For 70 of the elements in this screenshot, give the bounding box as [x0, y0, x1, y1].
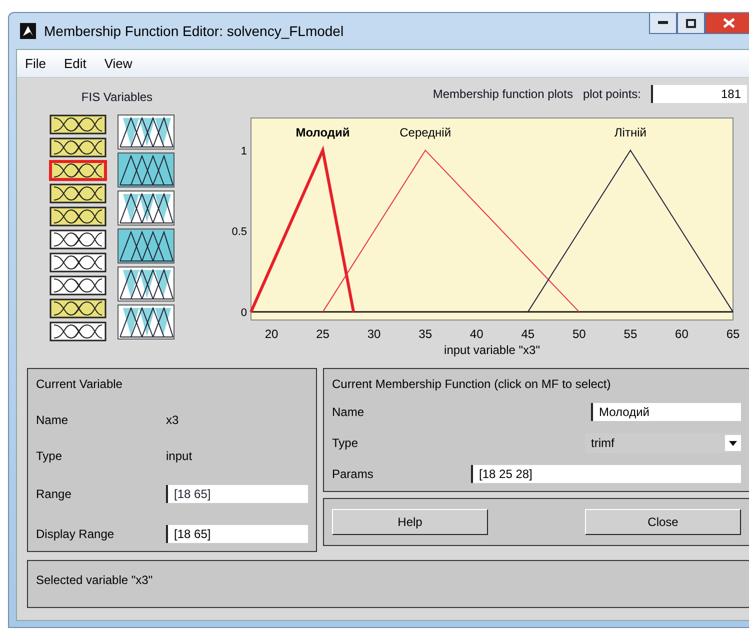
maximize-icon: [686, 18, 696, 28]
input-variable-icon[interactable]: [49, 229, 107, 250]
x-tick-label: 30: [367, 327, 381, 341]
y-tick-label: 0.5: [232, 226, 247, 238]
field-label: Type: [332, 436, 358, 450]
field-label: Display Range: [36, 527, 116, 541]
output-variable-icon[interactable]: [117, 266, 175, 302]
menu-item[interactable]: View: [104, 56, 132, 71]
membership-function-line[interactable]: [250, 145, 356, 313]
plot-title: Membership function plots: [432, 87, 573, 101]
y-tick-label: 0: [240, 306, 247, 319]
membership-function-line[interactable]: [322, 150, 580, 312]
mf-params-field[interactable]: [18 25 28]: [471, 465, 741, 483]
variable-type: input: [166, 449, 194, 463]
x-tick-label: 50: [572, 327, 586, 341]
membership-function-label: Молодий: [296, 125, 350, 140]
x-tick-label: 20: [264, 327, 278, 341]
plot-points-field[interactable]: 181: [651, 85, 747, 103]
y-tick-label: 1: [240, 145, 247, 158]
output-variable-icon[interactable]: [117, 190, 175, 226]
close-button[interactable]: [705, 13, 749, 34]
menu-item[interactable]: File: [25, 56, 46, 71]
close-dialog-button[interactable]: Close: [585, 509, 741, 535]
x-tick-label: 55: [624, 327, 638, 341]
x-tick-label: 25: [316, 327, 330, 341]
minimize-icon: [658, 21, 668, 25]
menu-item[interactable]: Edit: [64, 56, 86, 71]
status-bar: Selected variable "x3": [27, 560, 749, 608]
membership-function-label: Середній: [400, 125, 452, 140]
mf-type-dropdown[interactable]: trimf: [585, 433, 741, 453]
input-variable-icon[interactable]: [49, 160, 107, 181]
fis-variables-label: FIS Variables: [81, 90, 153, 104]
panel-title: Current Membership Function (click on MF to select): [332, 377, 611, 391]
input-variable-icon[interactable]: [49, 321, 107, 342]
output-variable-icon[interactable]: [117, 304, 175, 340]
x-tick-label: 60: [675, 327, 688, 341]
x-tick-label: 40: [470, 327, 484, 341]
output-variable-icon[interactable]: [117, 152, 175, 188]
membership-function-line[interactable]: [527, 149, 734, 312]
output-variable-icon[interactable]: [117, 228, 175, 264]
panel-title: Current Variable: [36, 377, 122, 391]
app-logo-icon: [20, 23, 36, 39]
x-tick-label: 35: [418, 327, 432, 341]
x-tick-label: 45: [521, 327, 535, 341]
input-variable-icon[interactable]: [49, 275, 107, 296]
input-variable-icon[interactable]: [49, 252, 107, 273]
variable-name: x3: [166, 413, 180, 427]
x-tick-label: 65: [726, 327, 740, 341]
close-icon: [723, 18, 735, 28]
window-title: Membership Function Editor: solvency_FLmodel: [44, 23, 344, 39]
input-variable-icon[interactable]: [49, 114, 107, 135]
input-variable-icon[interactable]: [49, 206, 107, 227]
plot-points-label: plot points:: [582, 87, 641, 101]
membership-function-label: Лiтнiй: [614, 125, 646, 140]
x-axis-label: input variable "x3": [444, 343, 540, 357]
help-button[interactable]: Help: [332, 509, 488, 535]
field-label: Params: [332, 467, 374, 481]
minimize-button[interactable]: [649, 13, 677, 34]
field-label: Name: [332, 405, 364, 419]
display-range-field[interactable]: [18 65]: [166, 525, 308, 543]
mf-name-field[interactable]: Молодий: [591, 403, 741, 421]
input-variable-icon[interactable]: [49, 298, 107, 319]
field-label: Name: [36, 413, 70, 427]
field-label: Type: [36, 449, 64, 463]
maximize-button[interactable]: [677, 13, 705, 34]
input-variable-icon[interactable]: [49, 137, 107, 158]
range-field[interactable]: [18 65]: [166, 485, 308, 503]
output-variable-icon[interactable]: [117, 114, 175, 150]
field-label: Range: [36, 487, 72, 501]
input-variable-icon[interactable]: [49, 183, 107, 204]
